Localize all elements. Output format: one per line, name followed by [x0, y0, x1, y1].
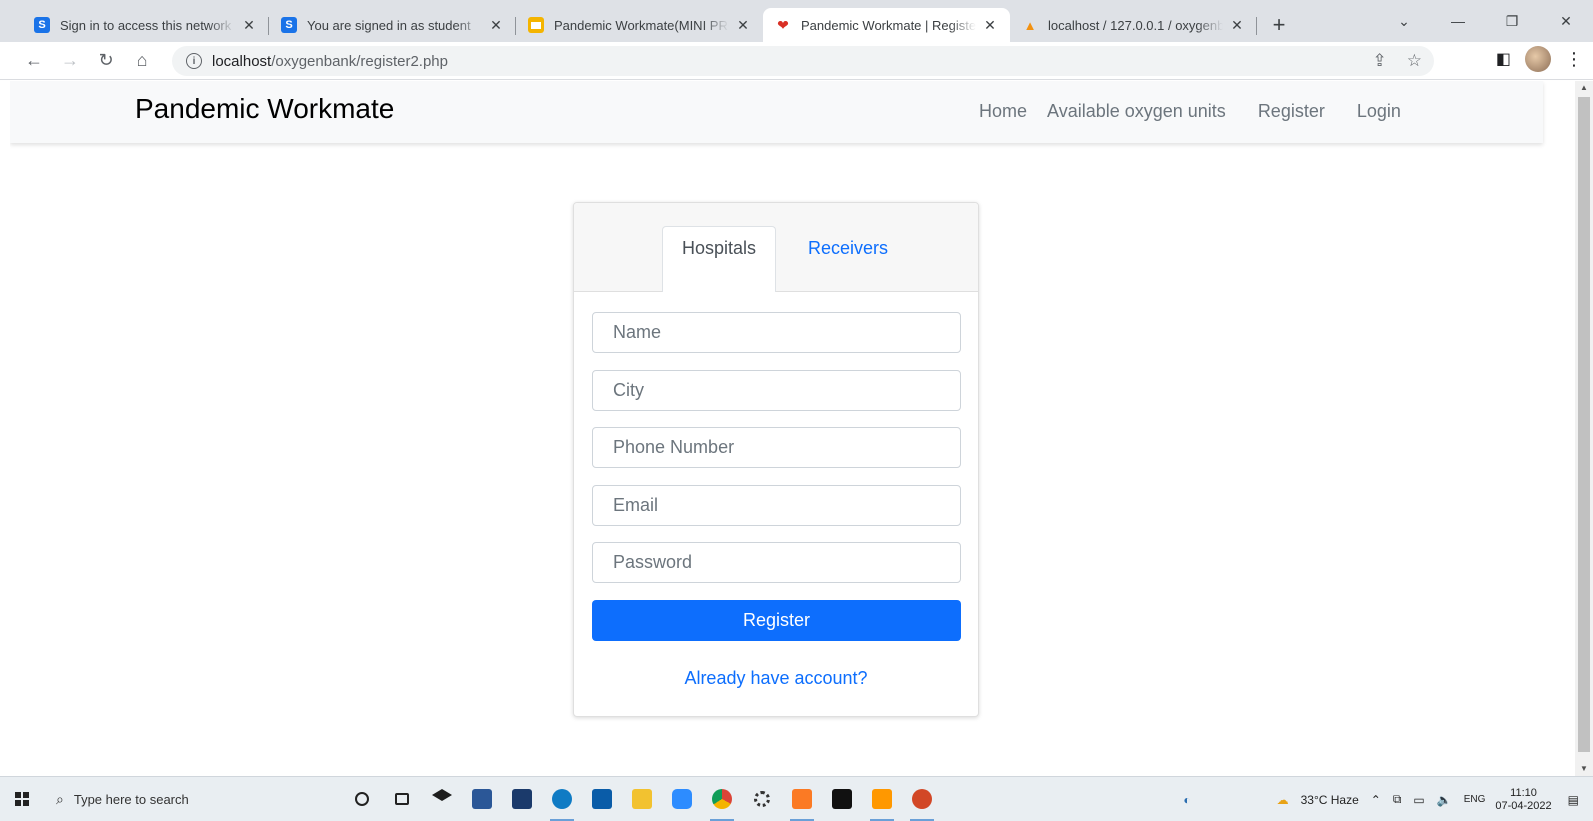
- system-tray: ◐ ☁ 33°C Haze ⌃ ⧉ ▭ 🔈 ENG 11:10 07-04-20…: [1177, 777, 1593, 821]
- scrollbar-thumb[interactable]: [1578, 97, 1590, 752]
- site-brand[interactable]: Pandemic Workmate: [135, 93, 394, 125]
- slides-icon: [528, 17, 544, 33]
- edge-icon[interactable]: [542, 777, 582, 821]
- clock-time: 11:10: [1510, 786, 1537, 799]
- taskbar-search[interactable]: ⌕ Type here to search: [44, 782, 328, 816]
- close-icon[interactable]: ✕: [982, 17, 998, 34]
- site-navbar: Pandemic Workmate Home Available oxygen …: [10, 81, 1543, 143]
- taskbar-clock[interactable]: 11:10 07-04-2022: [1495, 787, 1551, 813]
- nav-links: Home Available oxygen units Register Log…: [979, 101, 1433, 122]
- windows-logo-icon: [15, 792, 29, 806]
- tab-title: Pandemic Workmate | Register: [801, 17, 976, 33]
- powerpoint-icon[interactable]: [902, 777, 942, 821]
- register-button[interactable]: Register: [592, 600, 961, 641]
- language-indicator[interactable]: ENG: [1464, 794, 1486, 805]
- close-icon[interactable]: ✕: [1229, 17, 1245, 34]
- nav-link-available-oxygen-units[interactable]: Available oxygen units: [1047, 101, 1226, 122]
- address-bar[interactable]: i localhost/oxygenbank/register2.php ⇪ ☆: [172, 46, 1434, 76]
- taskbar-apps: [342, 777, 942, 821]
- mail-icon[interactable]: [582, 777, 622, 821]
- file-explorer-icon[interactable]: [622, 777, 662, 821]
- sublime-text-icon[interactable]: [862, 777, 902, 821]
- calculator-icon[interactable]: [462, 777, 502, 821]
- browser-toolbar: ← → ↻ ⌂ i localhost/oxygenbank/register2…: [0, 42, 1593, 80]
- terminal-icon[interactable]: [822, 777, 862, 821]
- scroll-up-icon[interactable]: ▲: [1575, 81, 1593, 95]
- network-icon[interactable]: ⧉: [1393, 792, 1402, 807]
- nav-link-login[interactable]: Login: [1357, 101, 1401, 122]
- heart-icon: ❤: [777, 16, 789, 33]
- browser-tab-1[interactable]: S Sign in to access this network ✕: [22, 8, 269, 42]
- register-card: Hospitals Receivers Register Already hav…: [573, 202, 979, 717]
- volume-icon[interactable]: 🔈: [1437, 793, 1452, 807]
- clock-date: 07-04-2022: [1495, 799, 1552, 812]
- share-icon[interactable]: ⇪: [1373, 51, 1387, 71]
- password-input[interactable]: [592, 542, 961, 583]
- chrome-icon[interactable]: [702, 777, 742, 821]
- tab-title: Sign in to access this network: [60, 17, 232, 33]
- tab-search-icon[interactable]: ⌄: [1377, 0, 1431, 42]
- windows-taskbar: ⌕ Type here to search ◐ ☁ 33°C Haze ⌃ ⧉ …: [0, 776, 1593, 821]
- browser-tab-4-active[interactable]: ❤ Pandemic Workmate | Register ✕: [763, 8, 1010, 42]
- notifications-icon[interactable]: ▤: [1568, 793, 1579, 807]
- zoom-icon[interactable]: [662, 777, 702, 821]
- dropbox-icon[interactable]: [422, 777, 462, 821]
- profile-avatar[interactable]: [1525, 46, 1551, 72]
- already-have-account-link[interactable]: Already have account?: [574, 668, 978, 689]
- home-icon[interactable]: ⌂: [126, 45, 158, 77]
- browser-tab-3[interactable]: Pandemic Workmate(MINI PROJECT) ✕: [516, 8, 763, 42]
- nav-link-register[interactable]: Register: [1258, 101, 1325, 122]
- search-icon: ⌕: [56, 790, 64, 807]
- window-close-icon[interactable]: ✕: [1539, 0, 1593, 42]
- scroll-down-icon[interactable]: ▼: [1575, 762, 1593, 776]
- nav-link-home[interactable]: Home: [979, 101, 1027, 122]
- weather-text[interactable]: 33°C Haze: [1301, 793, 1359, 807]
- tab-title: Pandemic Workmate(MINI PROJECT): [554, 17, 729, 33]
- cortana-icon[interactable]: [342, 777, 382, 821]
- window-controls: ⌄ — ❐ ✕: [1377, 0, 1593, 42]
- side-panel-icon[interactable]: ◧: [1496, 49, 1511, 69]
- card-header: Hospitals Receivers: [574, 203, 978, 292]
- help-icon[interactable]: ◐: [1183, 793, 1190, 807]
- tab-title: localhost / 127.0.0.1 / oxygenbank: [1048, 17, 1223, 33]
- city-input[interactable]: [592, 370, 961, 411]
- chevron-up-icon[interactable]: ⌃: [1371, 793, 1381, 807]
- menu-kebab-icon[interactable]: ⋮: [1565, 49, 1583, 70]
- task-view-icon[interactable]: [382, 777, 422, 821]
- phone-number-input[interactable]: [592, 427, 961, 468]
- phpmyadmin-icon: ▲: [1023, 17, 1037, 33]
- restore-icon[interactable]: ❐: [1485, 0, 1539, 42]
- info-icon[interactable]: i: [186, 53, 202, 69]
- minimize-icon[interactable]: —: [1431, 0, 1485, 42]
- s-icon: S: [281, 17, 297, 33]
- tab-hospitals[interactable]: Hospitals: [662, 226, 776, 292]
- name-input[interactable]: [592, 312, 961, 353]
- address-host: localhost: [212, 52, 272, 70]
- taskbar-search-placeholder: Type here to search: [73, 791, 189, 807]
- close-icon[interactable]: ✕: [488, 17, 504, 34]
- forward-icon[interactable]: →: [54, 45, 86, 77]
- back-icon[interactable]: ←: [18, 45, 50, 77]
- browser-tab-5[interactable]: ▲ localhost / 127.0.0.1 / oxygenbank ✕: [1010, 8, 1257, 42]
- page-viewport: Pandemic Workmate Home Available oxygen …: [10, 81, 1575, 776]
- page-scrollbar[interactable]: ▲ ▼: [1575, 81, 1593, 776]
- xampp-icon[interactable]: [782, 777, 822, 821]
- battery-icon[interactable]: ▭: [1413, 793, 1424, 807]
- browser-tab-2[interactable]: S You are signed in as student ✕: [269, 8, 516, 42]
- email-input[interactable]: [592, 485, 961, 526]
- tab-receivers[interactable]: Receivers: [792, 226, 904, 270]
- close-icon[interactable]: ✕: [241, 17, 257, 34]
- settings-gear-icon[interactable]: [742, 777, 782, 821]
- weather-icon: ☁: [1276, 792, 1289, 807]
- new-tab-button[interactable]: +: [1263, 8, 1295, 42]
- s-icon: S: [34, 17, 50, 33]
- start-button[interactable]: [0, 777, 44, 821]
- address-path: /oxygenbank/register2.php: [271, 52, 448, 70]
- bookmark-star-icon[interactable]: ☆: [1407, 51, 1422, 71]
- tab-title: You are signed in as student: [307, 17, 471, 33]
- browser-tab-strip: S Sign in to access this network ✕ S You…: [0, 0, 1593, 42]
- reload-icon[interactable]: ↻: [90, 45, 122, 77]
- close-icon[interactable]: ✕: [735, 17, 751, 34]
- vscode-icon[interactable]: [502, 777, 542, 821]
